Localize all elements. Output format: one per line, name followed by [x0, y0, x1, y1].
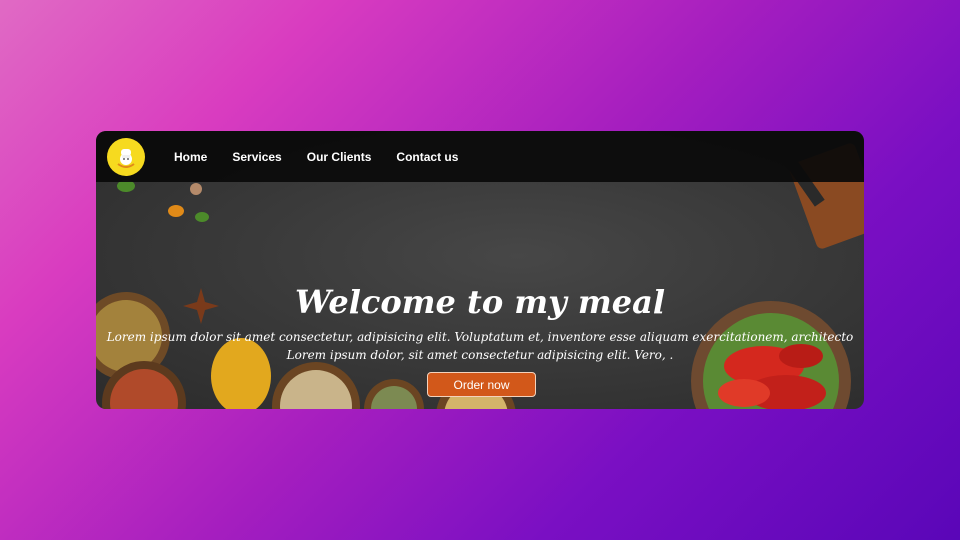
nav-link-contact-us[interactable]: Contact us [396, 150, 458, 164]
hero-description: Lorem ipsum dolor sit amet consectetur, … [96, 328, 864, 364]
hero-description-line-1: Lorem ipsum dolor sit amet consectetur, … [106, 330, 854, 344]
chef-hat-logo-icon[interactable] [107, 137, 145, 176]
website-window: Home Services Our Clients Contact us Wel… [96, 131, 864, 409]
hero-title: Welcome to my meal [295, 283, 665, 321]
order-now-button[interactable]: Order now [427, 372, 536, 397]
nav-link-services[interactable]: Services [232, 150, 281, 164]
top-navbar: Home Services Our Clients Contact us [96, 131, 864, 182]
hero-description-line-2: Lorem ipsum dolor, sit amet consectetur … [286, 348, 674, 362]
nav-links: Home Services Our Clients Contact us [174, 150, 483, 164]
nav-link-our-clients[interactable]: Our Clients [307, 150, 372, 164]
nav-link-home[interactable]: Home [174, 150, 207, 164]
